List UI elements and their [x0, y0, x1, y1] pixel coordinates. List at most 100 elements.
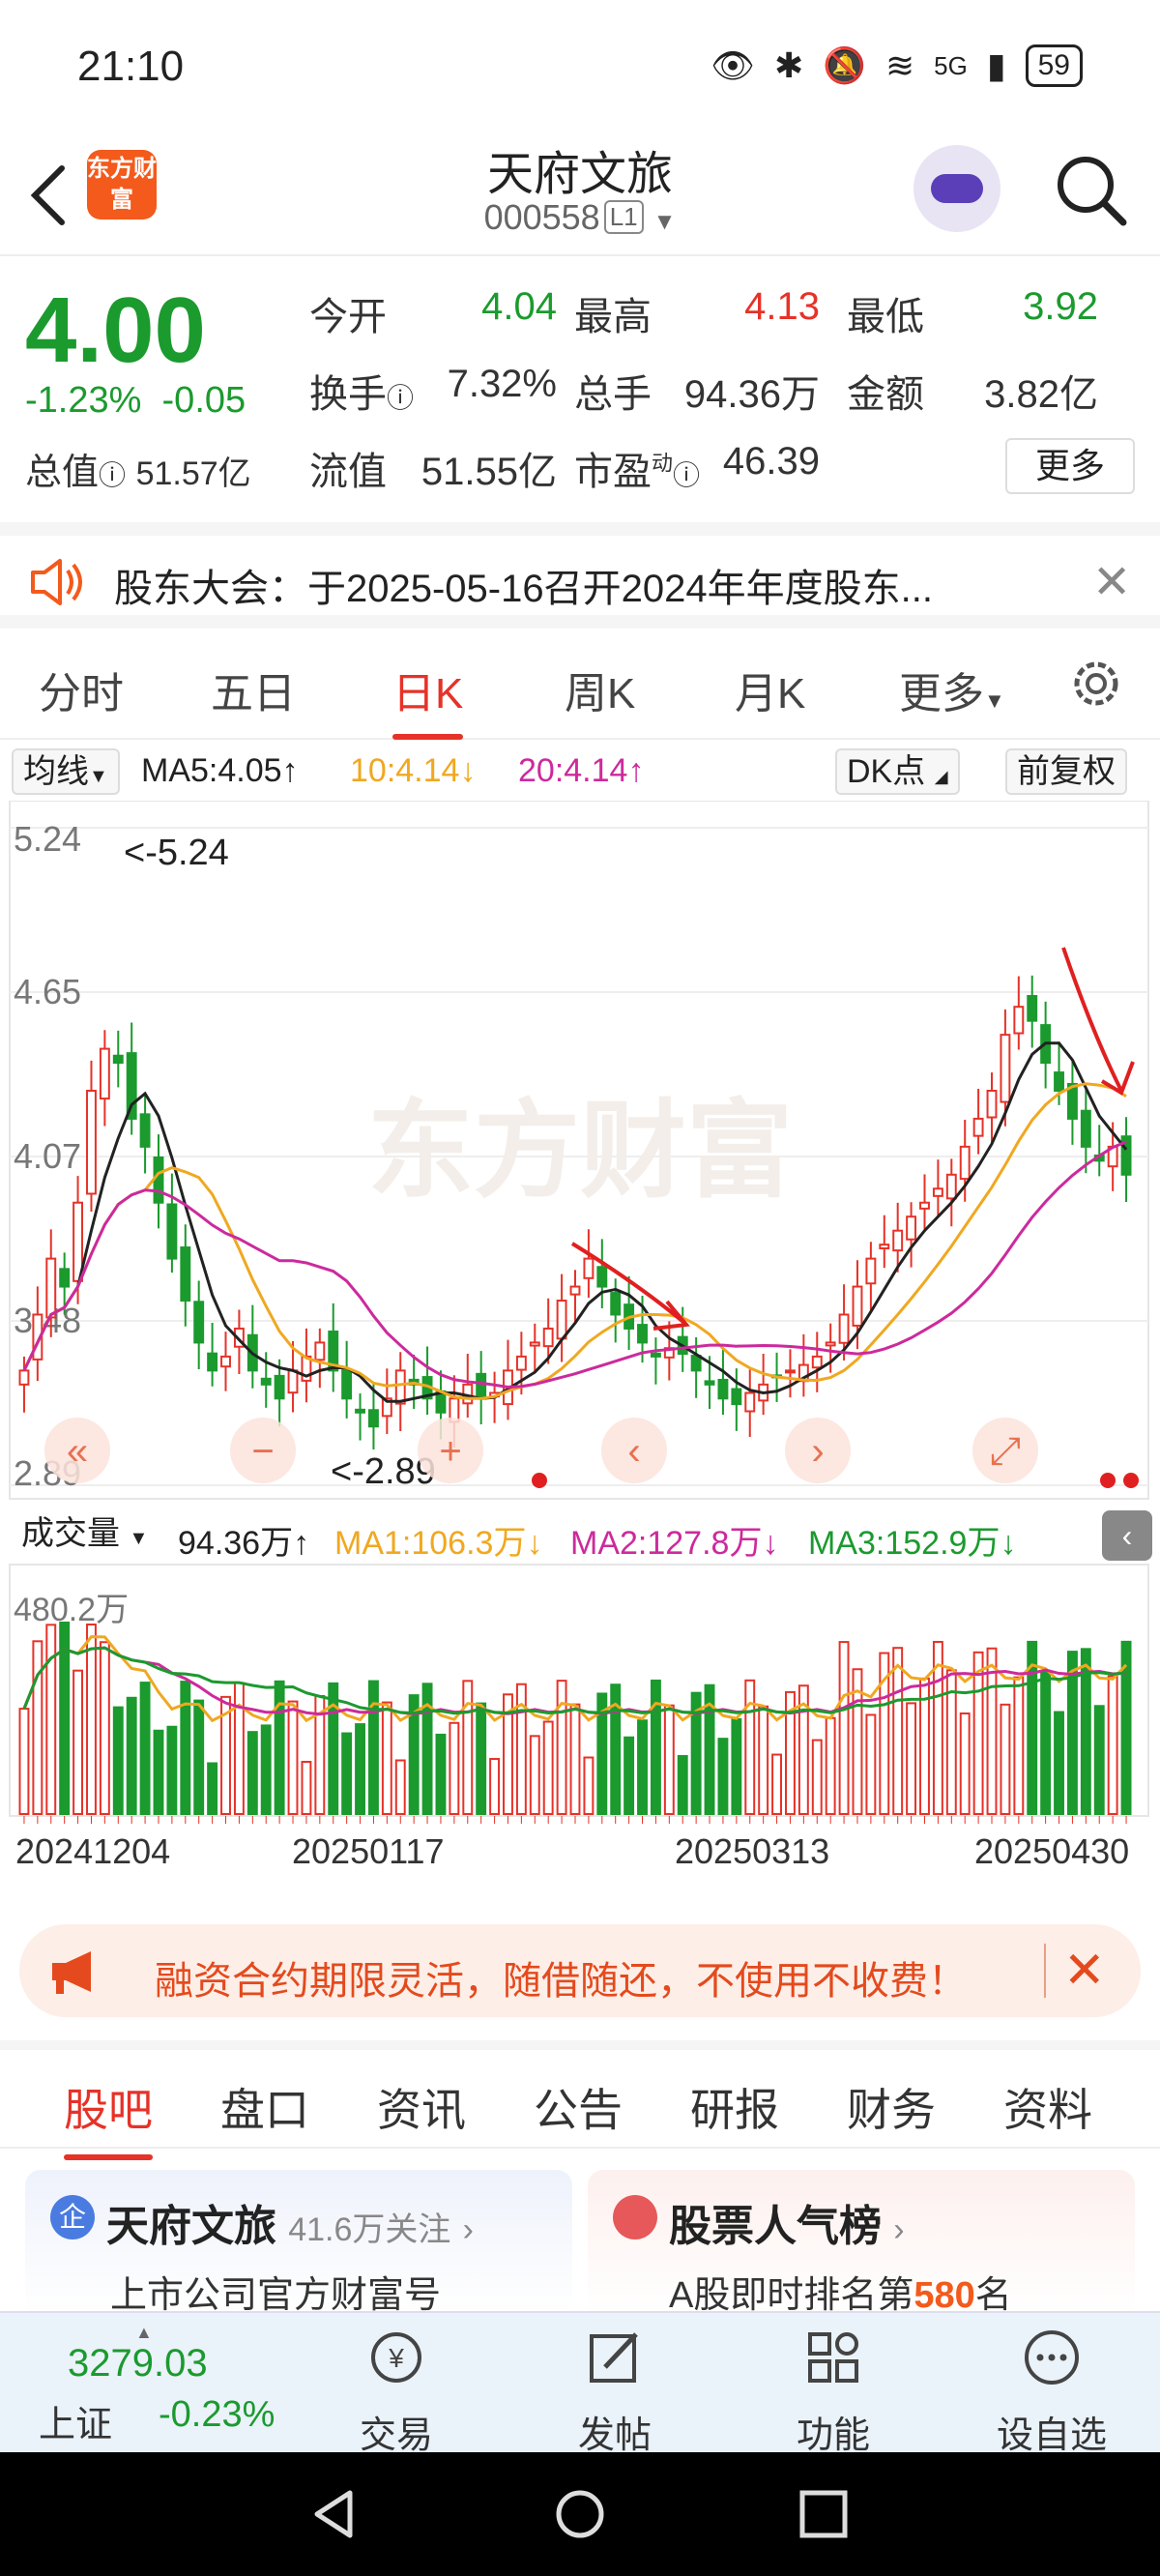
volume-bar	[32, 1640, 44, 1815]
page-dot	[1100, 1473, 1116, 1488]
volume-bar	[1107, 1675, 1118, 1815]
index-change: -0.23%	[159, 2394, 276, 2435]
volume-bar	[677, 1755, 688, 1815]
price-axis-label: 4.07	[14, 1136, 81, 1176]
stock-header: 东方财富 天府文旅 000558 L1 ▼	[0, 135, 1160, 256]
tab-daily-k[interactable]: 日K	[392, 659, 464, 740]
tab-more[interactable]: 更多▼	[899, 659, 1005, 720]
collapse-icon[interactable]: ‹	[1102, 1510, 1152, 1561]
megaphone-icon	[52, 1951, 91, 1994]
pe-value: 46.39	[722, 440, 820, 483]
quote-row-2: 换手ⓘ 7.32% 总手 94.36万 金额 3.82亿	[309, 363, 1098, 419]
candle	[529, 1341, 540, 1347]
speaker-icon	[31, 559, 82, 605]
float-value-label: 流值	[309, 451, 387, 493]
margin-promo-banner[interactable]: 融资合约期限灵活，随借随还，不使用不收费！ ✕	[19, 1924, 1141, 2017]
index-name: 上证	[39, 2405, 113, 2445]
trade-button[interactable]: ¥ 交易	[329, 2327, 464, 2458]
high-annotation: <-5.24	[124, 833, 229, 873]
fullscreen-icon-glyph: ⤢	[990, 1430, 1021, 1473]
quote-row-1: 今开 4.04 最高 4.13 最低 3.92	[309, 285, 1098, 341]
scroll-left-icon-glyph: «	[67, 1430, 88, 1473]
volume-bar	[865, 1713, 877, 1816]
date-label: 20250117	[292, 1831, 445, 1871]
close-icon[interactable]: ✕	[1092, 555, 1131, 609]
candle	[1080, 1109, 1091, 1148]
tab-news[interactable]: 资讯	[377, 2075, 466, 2139]
candle	[906, 1215, 917, 1241]
notice-text: 股东大会：于2025-05-16召开2024年年度股东...	[114, 568, 933, 610]
candle	[838, 1313, 850, 1344]
info-icon[interactable]: ⓘ	[99, 460, 126, 490]
tab-weekly-k[interactable]: 周K	[565, 659, 635, 720]
zoom-in-icon-glyph: +	[439, 1430, 461, 1473]
nav-back-icon[interactable]	[307, 2487, 362, 2541]
rank-value: 580	[914, 2275, 975, 2316]
candle	[394, 1369, 406, 1405]
change-abs: -0.05	[161, 380, 246, 421]
quote-row-3: 流值 51.55亿 市盈动ⓘ 46.39	[309, 440, 835, 496]
tab-forum[interactable]: 股吧	[64, 2075, 153, 2160]
amount-value: 3.82亿	[984, 373, 1098, 416]
volume-bar	[139, 1682, 151, 1815]
tab-monthly-k[interactable]: 月K	[735, 659, 805, 720]
tab-profile[interactable]: 资料	[1003, 2075, 1092, 2139]
divider	[1044, 1944, 1046, 1998]
candle	[852, 1285, 863, 1327]
tab-research[interactable]: 研报	[690, 2075, 779, 2139]
ma-selector[interactable]: 均线▼	[12, 748, 120, 795]
candle	[341, 1368, 353, 1400]
volume-bar	[959, 1712, 971, 1815]
volume-bar	[449, 1721, 460, 1816]
bar-chart-icon	[613, 2195, 657, 2239]
tab-orderbook[interactable]: 盘口	[220, 2075, 309, 2139]
candle	[166, 1203, 178, 1260]
date-label: 20241204	[15, 1831, 171, 1871]
tab-announcements[interactable]: 公告	[534, 2075, 623, 2139]
tab-intraday[interactable]: 分时	[39, 659, 124, 720]
tab-five-day[interactable]: 五日	[211, 659, 296, 720]
ai-robot-icon[interactable]	[914, 145, 1000, 232]
kline-chart-area[interactable]: 5.24 4.65 4.07 3.48 2.89 东方财富 <-5.24 <-2.89 «− + ‹…	[0, 800, 1160, 1903]
volume-bar	[663, 1704, 675, 1815]
candle	[99, 1047, 110, 1100]
nav-home-icon[interactable]	[553, 2487, 607, 2541]
tab-finance[interactable]: 财务	[847, 2075, 936, 2139]
index-value: 3279.03	[68, 2342, 208, 2385]
company-account-card[interactable]: 企 天府文旅 41.6万关注 › 上市公司官方财富号	[25, 2170, 572, 2316]
post-button[interactable]: 发帖	[547, 2327, 682, 2458]
dk-point-selector[interactable]: DK点 ◢	[835, 748, 960, 795]
gear-icon[interactable]	[1067, 655, 1125, 713]
functions-button[interactable]: 功能	[766, 2327, 901, 2458]
candle	[690, 1355, 702, 1372]
more-button[interactable]: 更多	[1005, 438, 1135, 494]
date-label: 20250430	[974, 1831, 1130, 1871]
candle	[945, 1173, 957, 1200]
watchlist-label: 设自选	[996, 2415, 1107, 2456]
popularity-rank-card[interactable]: 股票人气榜 › A股即时排名第580名	[588, 2170, 1135, 2316]
trade-label: 交易	[359, 2415, 433, 2456]
vol-ma2: MA2:127.8万↓	[570, 1525, 779, 1562]
volume-bar	[811, 1739, 823, 1815]
volume-bar	[529, 1735, 540, 1815]
kline-chart[interactable]: 5.244.654.073.482.89东方财富<-5.24<-2.89« − + ‹…	[0, 800, 1160, 1903]
volume-bar	[112, 1706, 124, 1815]
candle	[610, 1292, 622, 1316]
change-pct: -1.23%	[25, 380, 142, 421]
shareholder-notice[interactable]: 股东大会：于2025-05-16召开2024年年度股东... ✕	[0, 522, 1160, 629]
svg-text:¥: ¥	[388, 2343, 404, 2373]
forward-adjust-selector[interactable]: 前复权	[1005, 748, 1127, 795]
volume-selector[interactable]: 成交量 ▼	[12, 1512, 159, 1559]
candle	[220, 1355, 231, 1368]
volume-bar	[193, 1699, 205, 1815]
candle	[476, 1372, 487, 1400]
add-watchlist-button[interactable]: 设自选	[984, 2327, 1119, 2458]
search-icon[interactable]	[1054, 153, 1129, 228]
candle	[811, 1355, 823, 1369]
candle	[892, 1229, 904, 1252]
nav-recents-icon[interactable]	[798, 2489, 849, 2539]
close-icon[interactable]: ✕	[1063, 1942, 1106, 2000]
volume-bar	[1000, 1703, 1011, 1816]
candle	[287, 1369, 299, 1394]
date-label: 20250313	[675, 1831, 830, 1871]
